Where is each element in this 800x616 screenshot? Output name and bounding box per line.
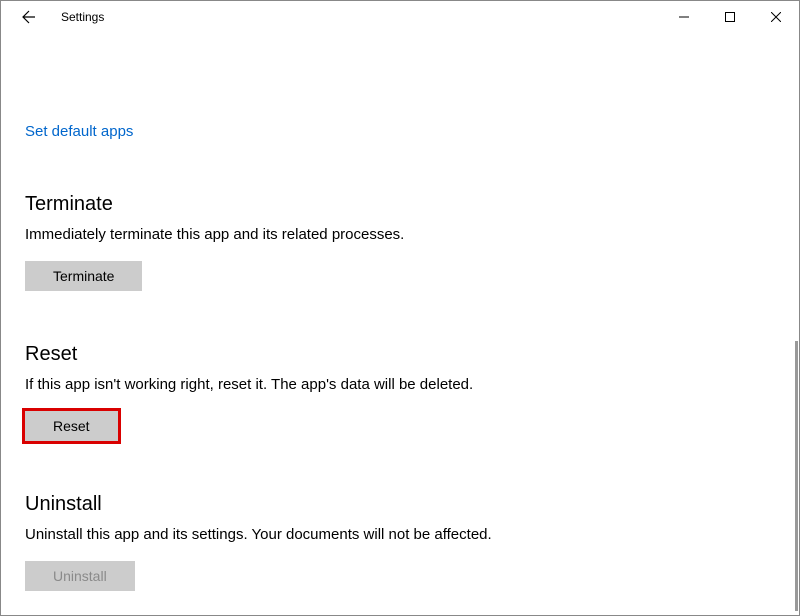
reset-section: Reset If this app isn't working right, r… (25, 343, 775, 441)
terminate-section: Terminate Immediately terminate this app… (25, 193, 775, 291)
uninstall-heading: Uninstall (25, 493, 775, 516)
vertical-scrollbar[interactable] (795, 341, 798, 611)
set-default-apps-link[interactable]: Set default apps (25, 123, 133, 140)
uninstall-description: Uninstall this app and its settings. You… (25, 526, 775, 543)
back-button[interactable] (9, 1, 49, 33)
back-arrow-icon (21, 9, 37, 25)
maximize-icon (725, 12, 735, 22)
terminate-heading: Terminate (25, 193, 775, 216)
settings-content: Set default apps Terminate Immediately t… (1, 33, 799, 615)
reset-description: If this app isn't working right, reset i… (25, 376, 775, 393)
terminate-description: Immediately terminate this app and its r… (25, 226, 775, 243)
maximize-button[interactable] (707, 1, 753, 33)
reset-button[interactable]: Reset (25, 411, 118, 441)
minimize-button[interactable] (661, 1, 707, 33)
uninstall-button: Uninstall (25, 561, 135, 591)
close-button[interactable] (753, 1, 799, 33)
close-icon (771, 12, 781, 22)
reset-heading: Reset (25, 343, 775, 366)
window-controls (661, 1, 799, 33)
minimize-icon (679, 12, 689, 22)
titlebar: Settings (1, 1, 799, 33)
uninstall-section: Uninstall Uninstall this app and its set… (25, 493, 775, 591)
window-title: Settings (61, 10, 104, 24)
terminate-button[interactable]: Terminate (25, 261, 142, 291)
